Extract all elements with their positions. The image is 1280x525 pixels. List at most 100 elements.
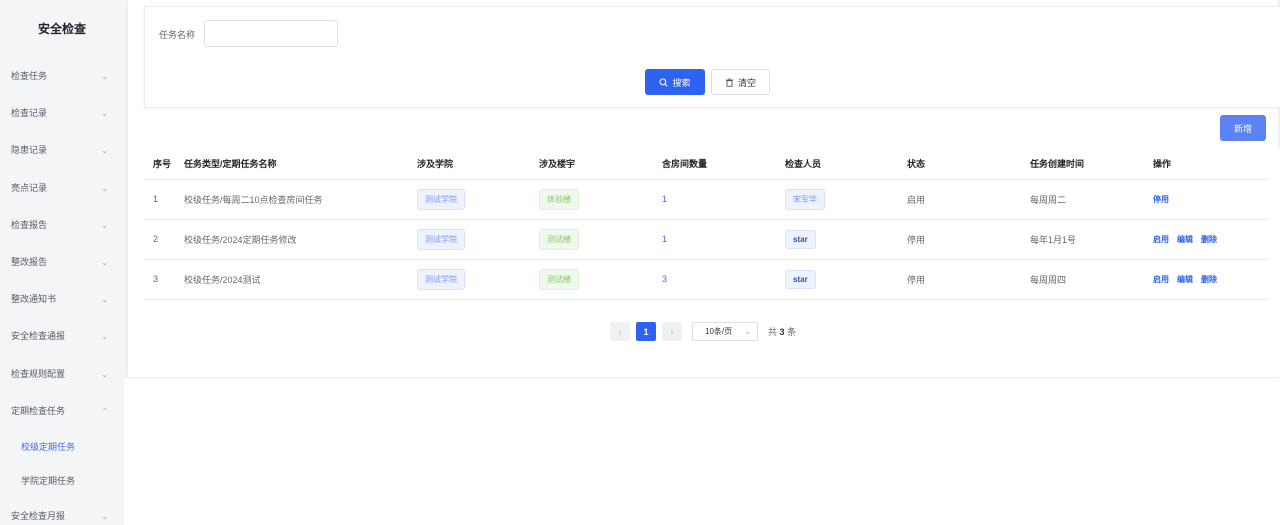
sidebar-item-label: 安全检查月报: [11, 510, 66, 521]
row-status: 停用: [901, 219, 1024, 260]
table-panel: 序号 任务类型/定期任务名称 涉及学院 涉及楼宇 含房间数量 检查人员 状态 任…: [131, 148, 1280, 376]
building-tag: 测试楼: [539, 228, 579, 250]
search-button-label: 搜索: [672, 77, 691, 88]
page-size-select[interactable]: 10条/页 ⌄: [692, 322, 758, 341]
sidebar-item-hazard-record[interactable]: 隐患记录 ⌄: [0, 132, 124, 169]
sidebar-subitem-college-periodic[interactable]: 学院定期任务: [0, 464, 124, 498]
add-button[interactable]: 新增: [1220, 115, 1266, 141]
next-page-button[interactable]: ›: [662, 322, 682, 341]
row-task-name: 校级任务/每周二10点检查房间任务: [178, 179, 411, 220]
chevron-down-icon: ⌄: [101, 183, 108, 193]
prev-page-button[interactable]: ‹: [610, 322, 630, 341]
building-tag: 测试楼: [539, 268, 579, 290]
inspector-tag: 宋军华: [785, 188, 825, 210]
sidebar-item-inspection-task[interactable]: 检查任务 ⌄: [0, 58, 124, 95]
chevron-down-icon: ⌄: [101, 257, 108, 267]
chevron-left-icon: ‹: [618, 326, 622, 337]
trash-icon: [725, 77, 734, 87]
chevron-down-icon: ⌄: [101, 109, 108, 119]
table-row: 2 校级任务/2024定期任务修改 测试学院 测试楼 1 star 停用 每年1…: [145, 219, 1269, 260]
room-count-link[interactable]: 3: [662, 274, 667, 284]
clear-button[interactable]: 清空: [711, 69, 770, 95]
delete-link[interactable]: 删除: [1201, 235, 1217, 244]
sidebar-item-safety-bulletin[interactable]: 安全检查通报 ⌄: [0, 318, 124, 355]
chevron-down-icon: ⌄: [101, 369, 108, 379]
page-size-value: 10条/页: [705, 327, 733, 336]
row-index: 3: [145, 259, 178, 300]
sidebar-item-label: 检查任务: [11, 71, 48, 81]
sidebar-item-monthly-report[interactable]: 安全检查月报 ⌄: [0, 498, 124, 525]
column-header-status: 状态: [901, 148, 1024, 180]
task-name-label: 任务名称: [159, 30, 196, 40]
inspector-tag: star: [785, 269, 816, 289]
college-tag: 测试学院: [417, 228, 465, 250]
row-task-name: 校级任务/2024定期任务修改: [178, 219, 411, 260]
pagination: ‹ 1 › 10条/页 ⌄ 共 3 条: [610, 322, 796, 341]
edit-link[interactable]: 编辑: [1177, 275, 1193, 284]
column-header-ops: 操作: [1147, 148, 1269, 180]
task-name-input[interactable]: [204, 20, 338, 47]
chevron-down-icon: ⌄: [101, 146, 108, 156]
chevron-up-icon: ⌃: [101, 406, 108, 416]
sidebar-item-label: 亮点记录: [11, 182, 48, 193]
total-suffix: 条: [787, 327, 797, 337]
chevron-down-icon: ⌄: [101, 220, 108, 230]
room-count-link[interactable]: 1: [662, 234, 667, 244]
sidebar-item-label: 定期检查任务: [11, 405, 66, 416]
content-card: 任务名称 搜索 清空 序号 任务类型/定期任务名称 涉及学院 涉及楼宇 含房间数…: [128, 0, 1280, 377]
delete-link[interactable]: 删除: [1201, 275, 1217, 284]
sidebar-item-label: 整改报告: [11, 256, 48, 267]
college-tag: 测试学院: [417, 188, 465, 210]
column-header-rooms: 含房间数量: [656, 148, 779, 180]
sidebar-item-inspection-report[interactable]: 检查报告 ⌄: [0, 207, 124, 244]
table-header-row: 序号 任务类型/定期任务名称 涉及学院 涉及楼宇 含房间数量 检查人员 状态 任…: [145, 148, 1269, 180]
total-value: 3: [779, 327, 785, 337]
enable-link[interactable]: 启用: [1153, 275, 1169, 284]
sidebar-subitem-school-periodic[interactable]: 校级定期任务: [0, 430, 124, 464]
clear-button-label: 清空: [737, 77, 756, 88]
sidebar-item-rectification-report[interactable]: 整改报告 ⌄: [0, 244, 124, 281]
content-background: [124, 378, 1280, 525]
enable-link[interactable]: 启用: [1153, 235, 1169, 244]
row-created-time: 每年1月1号: [1024, 219, 1147, 260]
sidebar-item-inspection-record[interactable]: 检查记录 ⌄: [0, 95, 124, 132]
row-created-time: 每周周二: [1024, 179, 1147, 220]
column-header-name: 任务类型/定期任务名称: [178, 148, 411, 180]
row-created-time: 每周周四: [1024, 259, 1147, 300]
total-count: 共 3 条: [768, 325, 796, 338]
sidebar-item-rectification-notice[interactable]: 整改通知书 ⌄: [0, 281, 124, 318]
sidebar-item-label: 检查记录: [11, 108, 48, 119]
search-button[interactable]: 搜索: [645, 69, 705, 95]
disable-link[interactable]: 停用: [1153, 195, 1169, 204]
room-count-link[interactable]: 1: [662, 194, 667, 204]
sidebar-item-label: 整改通知书: [11, 294, 57, 305]
sidebar-item-label: 安全检查通报: [11, 331, 66, 342]
column-header-college: 涉及学院: [411, 148, 533, 180]
column-header-building: 涉及楼宇: [533, 148, 656, 180]
sidebar-item-periodic-task[interactable]: 定期检查任务 ⌃: [0, 393, 124, 430]
chevron-down-icon: ⌄: [101, 332, 108, 342]
chevron-down-icon: ⌄: [744, 327, 751, 336]
sidebar-item-rule-config[interactable]: 检查规则配置 ⌄: [0, 356, 124, 393]
chevron-right-icon: ›: [670, 326, 674, 337]
sidebar-item-highlight-record[interactable]: 亮点记录 ⌄: [0, 170, 124, 207]
table-row: 1 校级任务/每周二10点检查房间任务 测试学院 体验楼 1 宋军华 启用 每周…: [145, 179, 1269, 220]
edit-link[interactable]: 编辑: [1177, 235, 1193, 244]
row-status: 停用: [901, 259, 1024, 300]
column-header-inspector: 检查人员: [779, 148, 901, 180]
search-icon: [659, 77, 669, 87]
total-prefix: 共: [768, 327, 778, 337]
sidebar: 安全检查 检查任务 ⌄ 检查记录 ⌄ 隐患记录 ⌄ 亮点记录 ⌄ 检查报告 ⌄ 整改报告 ⌄…: [0, 0, 124, 525]
table-row: 3 校级任务/2024测试 测试学院 测试楼 3 star 停用 每周周四 启用…: [145, 259, 1269, 300]
chevron-down-icon: ⌄: [101, 72, 108, 81]
column-header-index: 序号: [145, 148, 178, 180]
page-number-current[interactable]: 1: [636, 322, 656, 341]
column-header-created: 任务创建时间: [1024, 148, 1147, 180]
sidebar-item-label: 检查规则配置: [11, 368, 66, 379]
row-index: 1: [145, 179, 178, 220]
chevron-down-icon: ⌄: [101, 295, 108, 305]
row-index: 2: [145, 219, 178, 260]
college-tag: 测试学院: [417, 268, 465, 290]
chevron-down-icon: ⌄: [101, 511, 108, 521]
sidebar-title: 安全检查: [37, 22, 86, 36]
